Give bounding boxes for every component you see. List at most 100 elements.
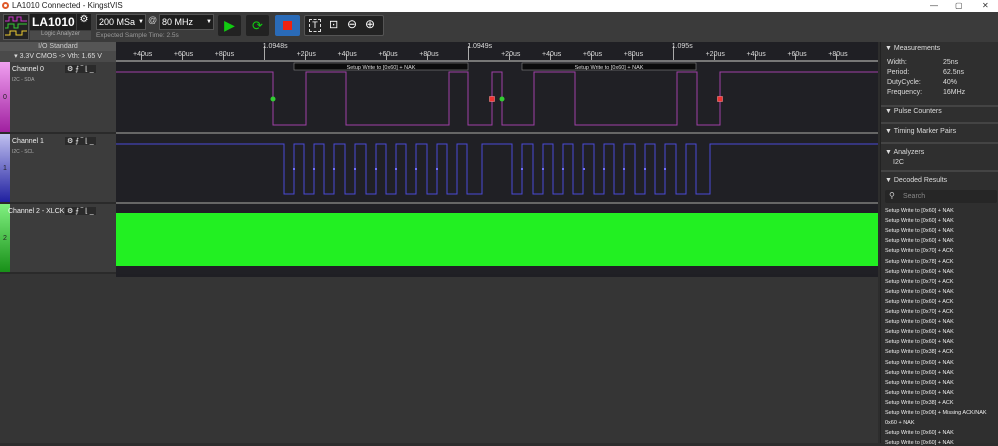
ruler-label: +20us — [501, 51, 521, 58]
window-title: LA1010 Connected - KingstVIS — [12, 1, 123, 10]
decoded-result-item[interactable]: Setup Write to [0x38] + ACK — [885, 349, 954, 355]
io-standard-value[interactable]: ▾ 3.3V CMOS -> Vth: 1.65 V — [0, 51, 116, 62]
channel-trigger-icons[interactable]: ⚙ ⨍ ‾ ⌊ _ — [65, 137, 96, 145]
view-tools: T ⊡ ⊖ ⊕ — [304, 15, 384, 36]
toolbar: LA1010 ⚙ Logic Analyzer 200 MSa ▼ @ 80 MH… — [0, 12, 998, 42]
measurement-label: Period: — [887, 69, 910, 76]
stop-marker-icon — [489, 96, 495, 102]
decoded-result-item[interactable]: Setup Write to [0x78] + ACK — [885, 259, 954, 265]
expected-sample-time: Expected Sample Time: 2.5s — [96, 32, 179, 39]
decoded-result-item[interactable]: Setup Write to [0x70] + ACK — [885, 309, 954, 315]
chevron-down-icon: ▼ — [138, 19, 144, 25]
ruler-label: 1.0948s — [262, 43, 288, 50]
channel-1-label[interactable]: 1 Channel 1 I2C - SCL ⚙ ⨍ ‾ ⌊ _ — [0, 134, 116, 204]
decoded-result-item[interactable]: Setup Write to [0x06] + Missing ACK/NAK — [885, 410, 987, 416]
decoded-result-item[interactable]: Setup Write to [0x60] + NAK — [885, 390, 954, 396]
device-logo-icon — [3, 14, 29, 40]
search-input[interactable]: ⚲ Search — [885, 190, 997, 203]
at-label: @ — [148, 15, 158, 25]
repeat-start-button[interactable]: ⟳ — [246, 15, 269, 36]
decoded-results-header[interactable]: ▼ Decoded Results — [885, 177, 947, 184]
time-ruler[interactable]: +40us +60us +80us 1.0948s +20us +40us +60us +80… — [116, 42, 878, 62]
channel-color-strip: 0 — [0, 62, 10, 132]
sample-marker — [375, 168, 377, 170]
title-bar: LA1010 Connected - KingstVIS — ▢ ✕ — [0, 0, 998, 12]
sample-marker — [436, 168, 438, 170]
zoom-in-icon[interactable]: ⊕ — [365, 17, 375, 31]
lane-divider — [116, 202, 878, 204]
sample-marker — [664, 168, 666, 170]
text-tool-icon[interactable]: T — [309, 19, 321, 32]
start-button[interactable]: ▶ — [218, 15, 241, 36]
stop-button[interactable] — [275, 15, 300, 36]
decoded-result-item[interactable]: Setup Write to [0x70] + ACK — [885, 248, 954, 254]
channel-trigger-icons[interactable]: ⚙ ⨍ ‾ ⌊ _ — [65, 207, 96, 215]
channel-name[interactable]: Channel 2 - XLCK — [8, 208, 64, 215]
decoded-result-item[interactable]: Setup Write to [0x60] + NAK — [885, 218, 954, 224]
sample-marker — [395, 168, 397, 170]
lane-divider — [116, 132, 878, 134]
decoded-result-item[interactable]: Setup Write to [0x60] + NAK — [885, 208, 954, 214]
decoded-result-item[interactable]: Setup Write to [0x60] + NAK — [885, 289, 954, 295]
close-icon[interactable]: ✕ — [982, 0, 989, 12]
sample-depth-value: 200 MSa — [99, 17, 136, 27]
decoded-result-item[interactable]: 0x60 + NAK — [885, 420, 915, 426]
sample-marker — [542, 168, 544, 170]
maximize-icon[interactable]: ▢ — [955, 0, 963, 12]
decoded-result-item[interactable]: Setup Write to [0x38] + ACK — [885, 400, 954, 406]
decoded-result-item[interactable]: Setup Write to [0x60] + NAK — [885, 319, 954, 325]
ruler-label: +60us — [173, 51, 194, 58]
channel-name[interactable]: Channel 0 — [12, 66, 44, 73]
ruler-label: +40us — [337, 51, 357, 58]
sample-marker — [562, 168, 564, 170]
decoded-result-item[interactable]: Setup Write to [0x60] + NAK — [885, 360, 954, 366]
decoded-result-item[interactable]: Setup Write to [0x70] + ACK — [885, 279, 954, 285]
empty-channel-area — [0, 274, 878, 443]
analyzer-i2c[interactable]: I2C — [893, 159, 904, 166]
sample-marker — [583, 168, 585, 170]
ruler-label: +40us — [133, 51, 153, 58]
channel-2-label[interactable]: 2 Channel 2 - XLCK ⚙ ⨍ ‾ ⌊ _ — [0, 204, 116, 274]
zoom-fit-icon[interactable]: ⊡ — [329, 18, 338, 31]
minimize-icon[interactable]: — — [930, 0, 938, 12]
channel-name[interactable]: Channel 1 — [12, 138, 44, 145]
right-panel: ▼ Measurements Width: 25ns Period: 62.5ns Du… — [880, 42, 998, 446]
channel-0-label[interactable]: 0 Channel 0 I2C - SDA ⚙ ⨍ ‾ ⌊ _ — [0, 62, 116, 134]
decoded-result-item[interactable]: Setup Write to [0x60] + NAK — [885, 228, 954, 234]
io-standard-title: I/O Standard — [0, 42, 116, 51]
annotation-label: Setup Write to [0x60] + NAK — [575, 65, 644, 71]
decoded-result-item[interactable]: Setup Write to [0x60] + NAK — [885, 238, 954, 244]
sample-marker — [644, 168, 646, 170]
ruler-label: +40us — [746, 51, 766, 58]
ruler-label: 1.0949s — [467, 43, 493, 50]
io-standard[interactable]: I/O Standard ▾ 3.3V CMOS -> Vth: 1.65 V — [0, 42, 116, 62]
ruler-label: +20us — [296, 51, 316, 58]
measurement-value: 40% — [943, 79, 958, 86]
ruler-label: +80us — [623, 51, 644, 58]
ruler-label: 1.095s — [671, 43, 693, 50]
decoded-result-item[interactable]: Setup Write to [0x60] + NAK — [885, 329, 954, 335]
decoded-result-item[interactable]: Setup Write to [0x60] + NAK — [885, 370, 954, 376]
waveform-area[interactable]: Setup Write to [0x60] + NAK Setup Write t… — [116, 62, 878, 274]
zoom-out-icon[interactable]: ⊖ — [347, 17, 357, 31]
channel-index: 1 — [3, 164, 7, 172]
sample-rate-select[interactable]: 80 MHz ▼ — [159, 14, 214, 30]
decoded-result-item[interactable]: Setup Write to [0x60] + NAK — [885, 430, 954, 436]
pulse-counters-header[interactable]: ▼ Pulse Counters — [885, 108, 942, 115]
decoded-result-item[interactable]: Setup Write to [0x60] + NAK — [885, 440, 954, 446]
analyzers-header[interactable]: ▼ Analyzers — [885, 149, 924, 156]
sample-depth-select[interactable]: 200 MSa ▼ — [96, 14, 146, 30]
decoded-result-item[interactable]: Setup Write to [0x60] + NAK — [885, 339, 954, 345]
measurement-value: 16MHz — [943, 89, 966, 96]
decoded-result-item[interactable]: Setup Write to [0x60] + NAK — [885, 269, 954, 275]
measurements-header[interactable]: ▼ Measurements — [885, 45, 940, 52]
device-name: LA1010 — [30, 14, 76, 30]
decoded-result-item[interactable]: Setup Write to [0x60] + NAK — [885, 380, 954, 386]
timing-marker-pairs-header[interactable]: ▼ Timing Marker Pairs — [885, 128, 956, 135]
search-placeholder: Search — [903, 193, 926, 200]
channel-trigger-icons[interactable]: ⚙ ⨍ ‾ ⌊ _ — [65, 65, 96, 73]
search-icon: ⚲ — [889, 191, 895, 200]
decoded-result-item[interactable]: Setup Write to [0x60] + ACK — [885, 299, 954, 305]
xlck-signal-block — [116, 213, 878, 266]
device-settings-icon[interactable]: ⚙ — [77, 14, 91, 30]
